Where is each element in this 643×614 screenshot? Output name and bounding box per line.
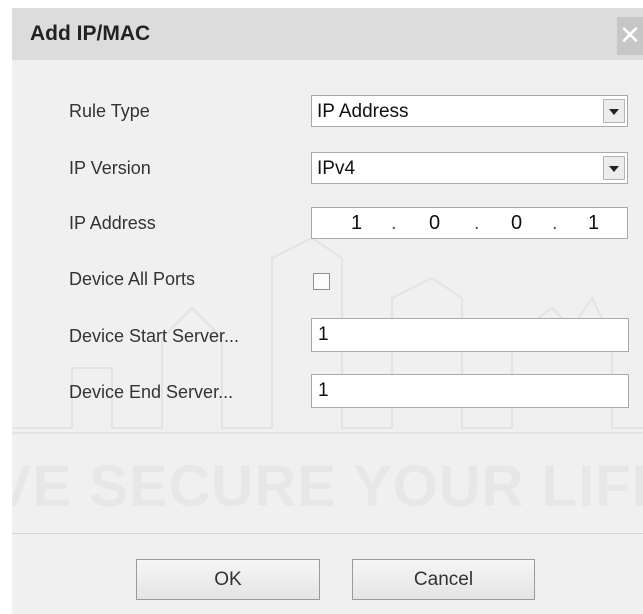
ip-octet-4[interactable]: 1 — [588, 212, 599, 235]
add-ip-mac-dialog: VE SECURE YOUR LIFE Add IP/MAC ✕ Rule Ty… — [12, 8, 643, 614]
ok-button[interactable]: OK — [136, 559, 320, 600]
close-icon[interactable]: ✕ — [617, 17, 643, 55]
chevron-down-icon[interactable] — [603, 156, 625, 180]
chevron-down-icon[interactable] — [603, 99, 625, 123]
ip-dot-separator: . — [474, 212, 480, 234]
ip-version-label: IP Version — [69, 158, 151, 178]
device-end-server-label: Device End Server... — [69, 382, 234, 402]
device-all-ports-label: Device All Ports — [69, 269, 196, 289]
footer-divider — [12, 533, 643, 534]
device-end-server-value: 1 — [318, 380, 329, 401]
ip-octet-2[interactable]: 0 — [429, 212, 440, 235]
ip-dot-separator: . — [552, 212, 558, 234]
ip-octet-3[interactable]: 0 — [511, 212, 522, 235]
watermark-slogan: VE SECURE YOUR LIFE — [12, 453, 643, 520]
device-start-server-value: 1 — [318, 324, 329, 345]
device-start-server-input[interactable]: 1 — [311, 318, 629, 352]
ip-octet-1[interactable]: 1 — [351, 212, 362, 235]
title-bar: Add IP/MAC ✕ — [12, 8, 643, 60]
device-start-server-label: Device Start Server... — [69, 326, 240, 346]
device-end-server-input[interactable]: 1 — [311, 374, 629, 408]
dialog-title: Add IP/MAC — [30, 22, 151, 45]
ip-address-input[interactable]: 1 . 0 . 0 . 1 — [311, 207, 628, 239]
rule-type-select[interactable]: IP Address — [311, 95, 628, 127]
rule-type-value: IP Address — [317, 101, 409, 122]
ip-dot-separator: . — [391, 212, 397, 234]
device-all-ports-checkbox[interactable] — [313, 273, 330, 290]
ip-address-label: IP Address — [69, 213, 156, 233]
cancel-button[interactable]: Cancel — [352, 559, 535, 600]
rule-type-label: Rule Type — [69, 101, 150, 121]
ip-version-select[interactable]: IPv4 — [311, 152, 628, 184]
ip-version-value: IPv4 — [317, 158, 356, 179]
